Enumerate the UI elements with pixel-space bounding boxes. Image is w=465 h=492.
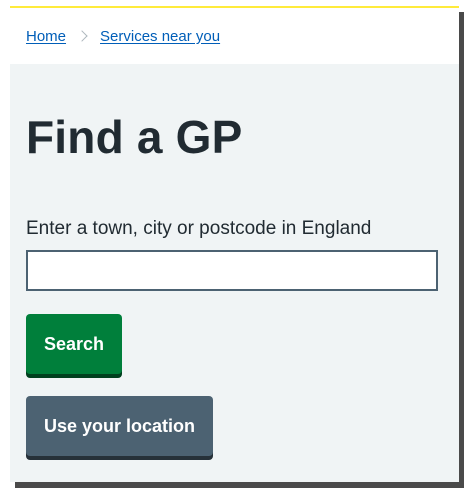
search-button[interactable]: Search xyxy=(26,314,123,374)
breadcrumb-home-link[interactable]: Home xyxy=(26,28,66,45)
breadcrumb: Home Services near you xyxy=(10,8,459,64)
use-location-button[interactable]: Use your location xyxy=(26,396,214,456)
main-content: Find a GP Enter a town, city or postcode… xyxy=(10,114,459,456)
breadcrumb-services-link[interactable]: Services near you xyxy=(100,28,220,45)
location-search-input[interactable] xyxy=(26,250,438,291)
chevron-right-icon xyxy=(76,30,88,42)
app-frame: Home Services near you Find a GP Enter a… xyxy=(10,6,459,482)
page-title: Find a GP xyxy=(26,111,243,163)
search-label: Enter a town, city or postcode in Englan… xyxy=(26,218,372,239)
